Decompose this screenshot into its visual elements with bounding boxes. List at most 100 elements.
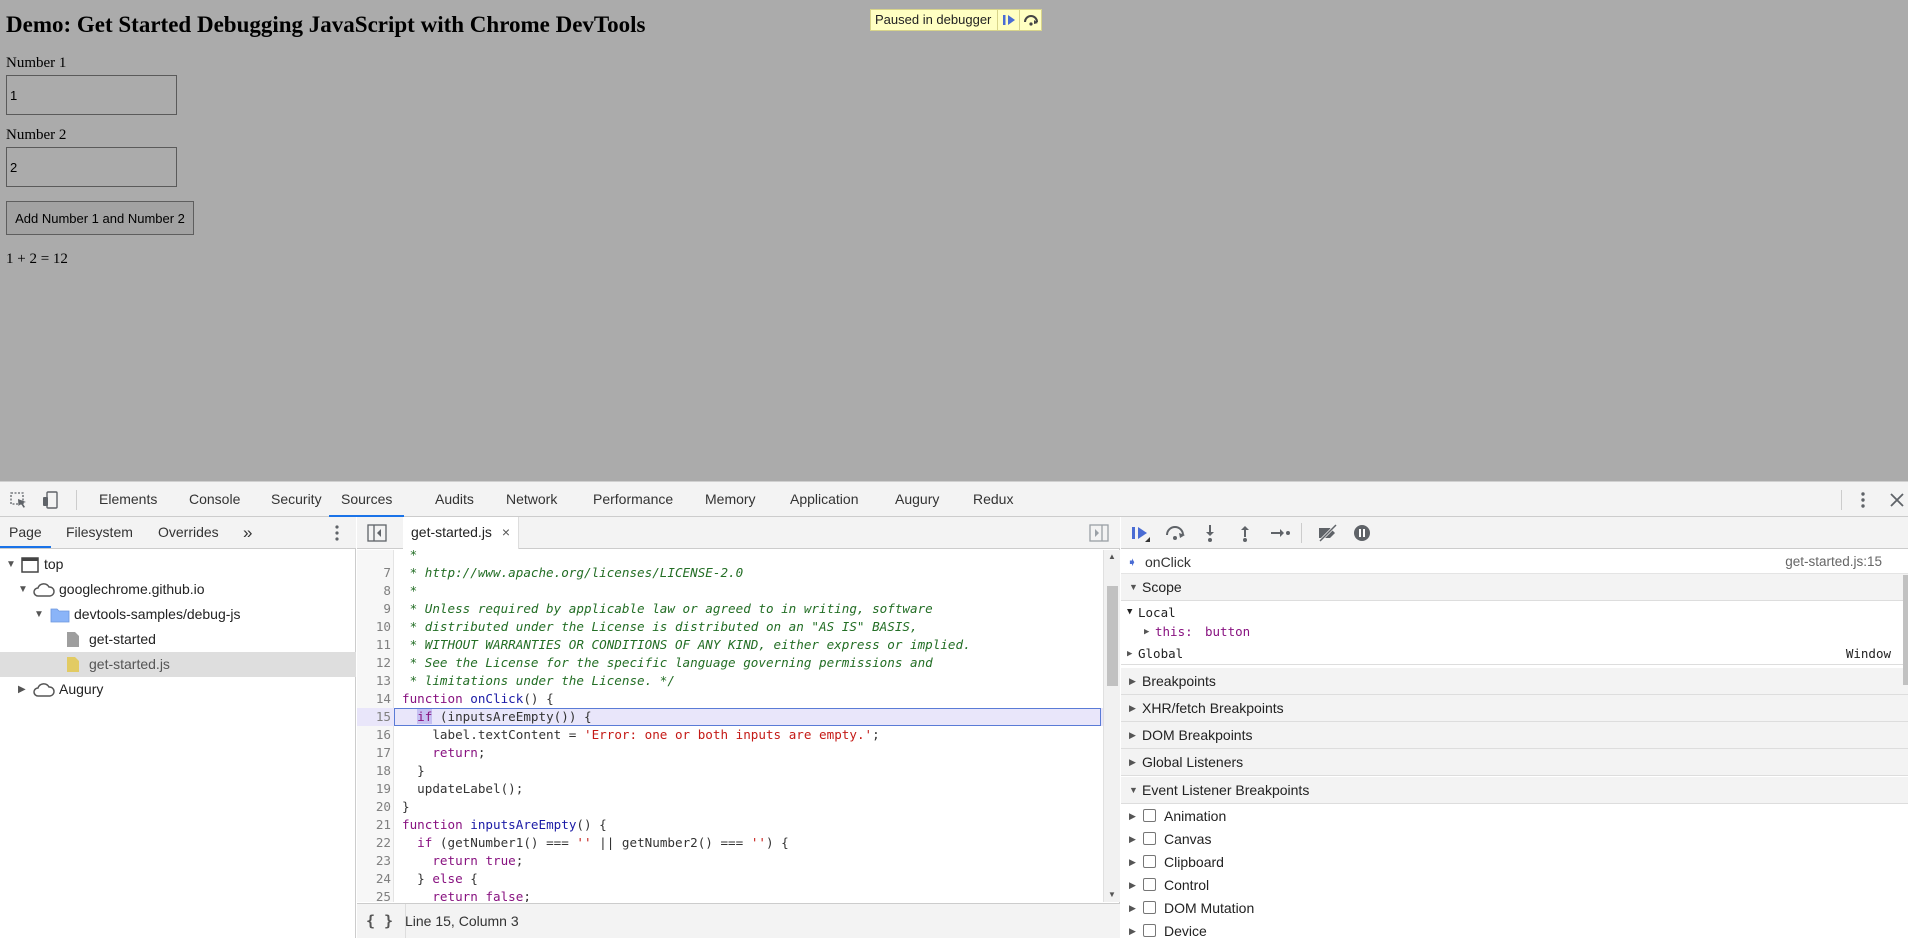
step-into-icon[interactable] <box>1199 523 1221 543</box>
tab-performance[interactable]: Performance <box>593 482 673 517</box>
expand-arrow-icon[interactable]: ▼ <box>6 552 16 577</box>
toggle-debugger-icon[interactable] <box>1089 524 1109 545</box>
event-category-checkbox[interactable] <box>1143 901 1156 914</box>
device-toolbar-icon[interactable] <box>40 490 60 510</box>
event-category-checkbox[interactable] <box>1143 924 1156 937</box>
tab-console[interactable]: Console <box>189 482 240 517</box>
line-number[interactable]: 16 <box>357 726 391 744</box>
collapse-arrow-icon[interactable]: ▶ <box>1129 805 1136 828</box>
editor-scrollbar[interactable]: ▲ ▼ <box>1103 550 1120 902</box>
tree-item-origin[interactable]: ▼ googlechrome.github.io <box>0 577 356 602</box>
dom-breakpoints-section-header[interactable]: ▶ DOM Breakpoints <box>1121 722 1908 749</box>
line-number[interactable]: 10 <box>357 618 391 636</box>
breakpoints-section-header[interactable]: ▶ Breakpoints <box>1121 668 1908 695</box>
tab-augury[interactable]: Augury <box>895 482 939 517</box>
event-category-checkbox[interactable] <box>1143 809 1156 822</box>
code-line[interactable]: 9 * Unless required by applicable law or… <box>357 600 1103 618</box>
add-numbers-button[interactable]: Add Number 1 and Number 2 <box>6 201 194 235</box>
code-line[interactable]: 7 * http://www.apache.org/licenses/LICEN… <box>357 564 1103 582</box>
tree-item-get-started-js[interactable]: get-started.js <box>0 652 356 677</box>
tab-network[interactable]: Network <box>506 482 557 517</box>
file-tab-get-started-js[interactable]: get-started.js × <box>403 517 520 549</box>
line-number[interactable]: 18 <box>357 762 391 780</box>
tree-item-folder[interactable]: ▼ devtools-samples/debug-js <box>0 602 356 627</box>
event-category-item[interactable]: ▶ Clipboard <box>1121 851 1908 874</box>
code-line[interactable]: 20} <box>357 798 1103 816</box>
tree-item-augury[interactable]: ▶ Augury <box>0 677 356 702</box>
code-line[interactable]: 13 * limitations under the License. */ <box>357 672 1103 690</box>
expand-arrow-icon[interactable]: ▼ <box>34 602 44 627</box>
collapse-arrow-icon[interactable]: ▶ <box>1129 920 1136 938</box>
tree-item-top[interactable]: ▼ top <box>0 552 356 577</box>
code-line[interactable]: 11 * WITHOUT WARRANTIES OR CONDITIONS OF… <box>357 636 1103 654</box>
code-line[interactable]: 8 * <box>357 582 1103 600</box>
code-line[interactable]: 18 } <box>357 762 1103 780</box>
line-number[interactable]: 14 <box>357 690 391 708</box>
scope-local[interactable]: ▼ Local <box>1121 602 1908 623</box>
tab-application[interactable]: Application <box>790 482 859 517</box>
line-number[interactable]: 9 <box>357 600 391 618</box>
tab-overrides[interactable]: Overrides <box>158 517 219 548</box>
code-line[interactable]: 21 function inputsAreEmpty() { <box>357 816 1103 834</box>
line-number[interactable]: 25 <box>357 888 391 902</box>
code-line[interactable]: 12 * See the License for the specific la… <box>357 654 1103 672</box>
resume-icon[interactable] <box>1130 523 1152 543</box>
scope-global[interactable]: ▶ Global Window <box>1121 643 1908 665</box>
scope-this-entry[interactable]: ▶ this: button <box>1121 622 1908 642</box>
event-listener-breakpoints-section-header[interactable]: ▼ Event Listener Breakpoints <box>1121 777 1908 804</box>
collapse-arrow-icon[interactable]: ▶ <box>1129 897 1136 920</box>
expand-arrow-icon[interactable]: ▼ <box>18 577 28 602</box>
tab-page[interactable]: Page <box>0 517 51 548</box>
event-category-item[interactable]: ▶ Device <box>1121 920 1908 938</box>
scroll-down-icon[interactable]: ▼ <box>1108 890 1116 899</box>
scroll-up-icon[interactable]: ▲ <box>1108 552 1116 561</box>
line-number[interactable]: 23 <box>357 852 391 870</box>
code-line[interactable]: 19 updateLabel(); <box>357 780 1103 798</box>
pause-on-exceptions-icon[interactable] <box>1351 523 1373 543</box>
code-line[interactable]: 10 * distributed under the License is di… <box>357 618 1103 636</box>
deactivate-breakpoints-icon[interactable] <box>1316 523 1338 543</box>
line-number[interactable]: 22 <box>357 834 391 852</box>
line-number[interactable]: 15 <box>357 708 391 726</box>
scope-section-header[interactable]: ▼ Scope <box>1121 574 1908 601</box>
line-number[interactable]: 19 <box>357 780 391 798</box>
tab-audits[interactable]: Audits <box>435 482 474 517</box>
close-devtools-icon[interactable] <box>1887 490 1907 510</box>
line-number[interactable]: 13 <box>357 672 391 690</box>
code-editor[interactable]: * 7 * http://www.apache.org/licenses/LICE… <box>357 550 1103 902</box>
tab-filesystem[interactable]: Filesystem <box>66 517 133 548</box>
event-category-item[interactable]: ▶ Control <box>1121 874 1908 897</box>
line-number[interactable]: 21 <box>357 816 391 834</box>
collapse-arrow-icon[interactable]: ▶ <box>18 677 26 702</box>
collapse-arrow-icon[interactable]: ▶ <box>1129 828 1136 851</box>
event-category-item[interactable]: ▶ DOM Mutation <box>1121 897 1908 920</box>
event-category-item[interactable]: ▶ Animation <box>1121 805 1908 828</box>
number2-input[interactable] <box>6 147 177 187</box>
resume-icon[interactable] <box>997 10 1019 30</box>
tab-sources[interactable]: Sources <box>329 482 405 517</box>
global-listeners-section-header[interactable]: ▶ Global Listeners <box>1121 749 1908 776</box>
line-number[interactable]: 20 <box>357 798 391 816</box>
navigator-menu-icon[interactable] <box>328 523 346 546</box>
close-tab-icon[interactable]: × <box>502 524 510 540</box>
step-over-icon[interactable] <box>1019 10 1041 30</box>
number1-input[interactable] <box>6 75 177 115</box>
line-number[interactable]: 24 <box>357 870 391 888</box>
tab-security[interactable]: Security <box>271 482 322 517</box>
code-line[interactable]: 17 return; <box>357 744 1103 762</box>
code-line[interactable]: 16 label.textContent = 'Error: one or bo… <box>357 726 1103 744</box>
collapse-arrow-icon[interactable]: ▶ <box>1129 851 1136 874</box>
collapse-arrow-icon[interactable]: ▶ <box>1129 874 1136 897</box>
call-stack-frame[interactable]: ➧ onClick get-started.js:15 <box>1121 550 1908 574</box>
line-number[interactable]: 17 <box>357 744 391 762</box>
more-options-icon[interactable] <box>1853 490 1873 510</box>
toggle-navigator-icon[interactable] <box>367 524 387 545</box>
code-line-paused[interactable]: 15 if (inputsAreEmpty()) { <box>357 708 1103 726</box>
event-category-checkbox[interactable] <box>1143 832 1156 845</box>
line-number[interactable]: 12 <box>357 654 391 672</box>
line-number[interactable]: 11 <box>357 636 391 654</box>
frame-location[interactable]: get-started.js:15 <box>1785 550 1882 574</box>
code-line[interactable]: 22 if (getNumber1() === '' || getNumber2… <box>357 834 1103 852</box>
scrollbar-thumb[interactable] <box>1903 575 1908 685</box>
line-number[interactable]: 7 <box>357 564 391 582</box>
